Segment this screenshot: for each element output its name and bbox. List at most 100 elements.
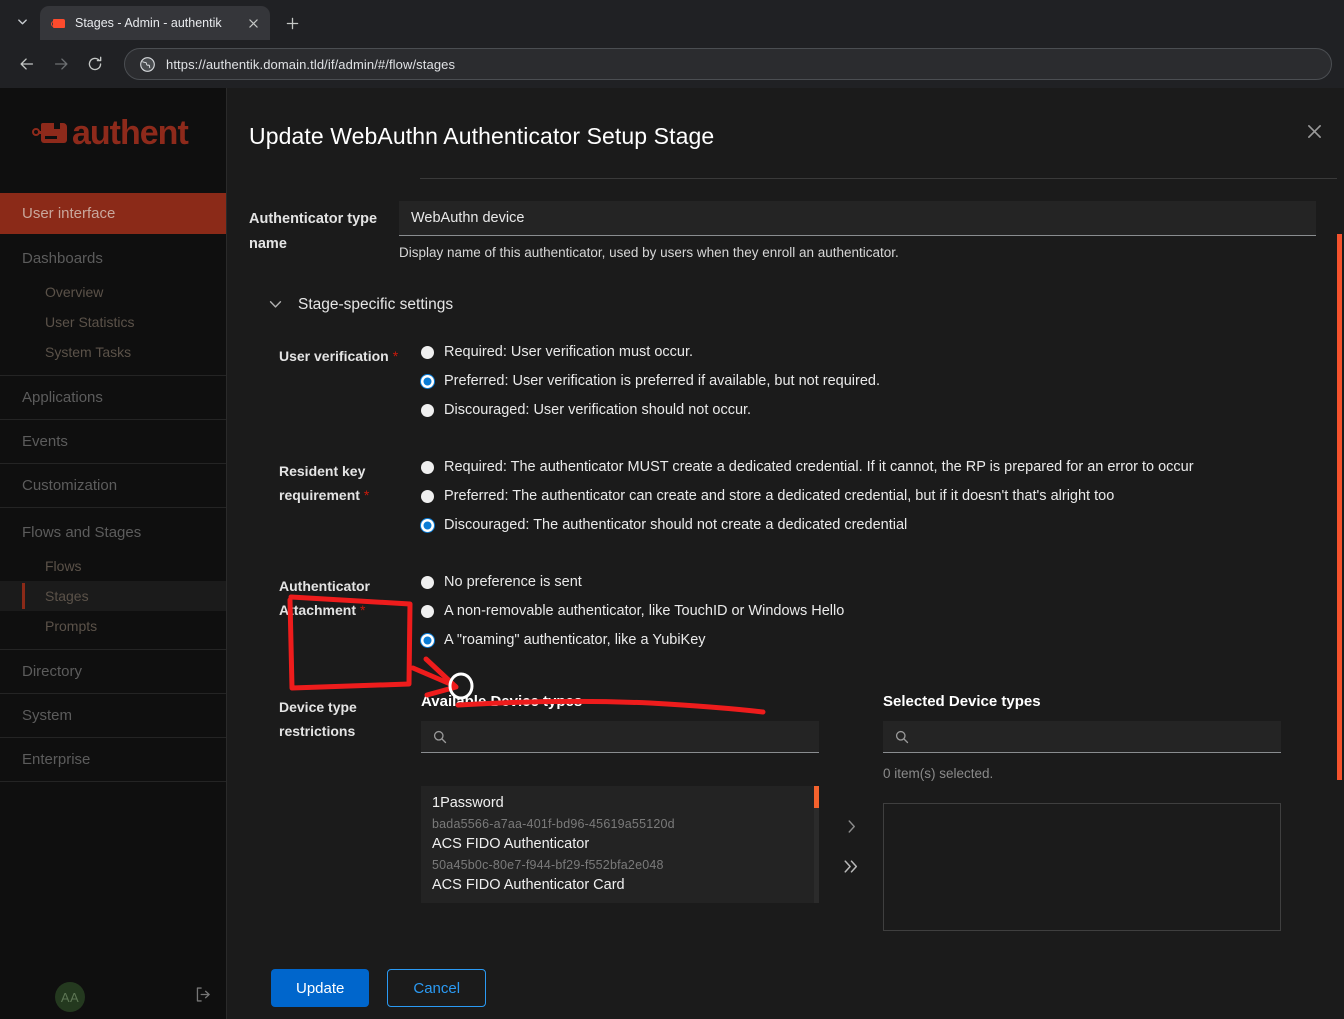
chevron-right-icon[interactable]	[846, 819, 857, 838]
sidebar-item-directory[interactable]: Directory	[0, 650, 226, 694]
label-text: Resident key requirement	[279, 463, 366, 504]
radio-label: Discouraged: The authenticator should no…	[444, 517, 908, 533]
list-item[interactable]: ACS FIDO Authenticator Card	[432, 875, 819, 896]
reload-icon[interactable]	[80, 49, 110, 79]
radio-resident-key-required[interactable]: Required: The authenticator MUST create …	[421, 457, 1344, 486]
sidebar-item-enterprise[interactable]: Enterprise	[0, 738, 226, 782]
available-search-box[interactable]	[421, 721, 819, 753]
page-scrollbar-thumb[interactable]	[1337, 234, 1342, 780]
authenticator-type-name-row: Authenticator type name Display name of …	[249, 201, 1344, 260]
accordion-label: Stage-specific settings	[298, 296, 454, 313]
avatar[interactable]: AA	[55, 982, 85, 1012]
list-item-uid: bada5566-a7aa-401f-bd96-45619a55120d	[432, 817, 675, 831]
sidebar-item-overview[interactable]: Overview	[0, 277, 226, 307]
arrow-left-icon[interactable]	[12, 49, 42, 79]
update-stage-modal: Update WebAuthn Authenticator Setup Stag…	[227, 88, 1344, 1019]
search-icon	[895, 730, 909, 743]
close-icon[interactable]	[1307, 124, 1322, 143]
radio-indicator	[421, 634, 434, 647]
list-item[interactable]: 1Password	[432, 793, 819, 814]
arrow-right-icon[interactable]	[46, 49, 76, 79]
radio-indicator	[421, 461, 434, 474]
resident-key-requirement-group: Resident key requirement * Required: The …	[249, 457, 1344, 544]
available-device-types-title: Available Device types	[421, 693, 583, 710]
required-star: *	[360, 602, 366, 619]
authenticator-type-name-input[interactable]	[399, 201, 1316, 236]
sidebar-group-dashboards[interactable]: Dashboards	[0, 234, 226, 277]
radio-attachment-no-preference[interactable]: No preference is sent	[421, 572, 1344, 601]
radio-resident-key-preferred[interactable]: Preferred: The authenticator can create …	[421, 486, 1344, 515]
search-icon	[433, 730, 447, 743]
sidebar-item-user-statistics[interactable]: User Statistics	[0, 307, 226, 337]
authenticator-type-name-label: Authenticator type name	[249, 211, 378, 252]
tab-list-chevron-down-icon[interactable]	[8, 6, 36, 36]
radio-label: Preferred: The authenticator can create …	[444, 488, 1115, 504]
radio-user-verification-required[interactable]: Required: User verification must occur.	[421, 342, 1344, 371]
radio-indicator	[421, 605, 434, 618]
tab-title: Stages - Admin - authentik	[75, 16, 222, 30]
radio-label: A "roaming" authenticator, like a YubiKe…	[444, 632, 706, 648]
radio-attachment-cross-platform[interactable]: A "roaming" authenticator, like a YubiKe…	[421, 630, 1344, 659]
browser-tab[interactable]: Stages - Admin - authentik	[40, 6, 270, 40]
radio-user-verification-discouraged[interactable]: Discouraged: User verification should no…	[421, 400, 1344, 429]
user-verification-group: User verification * Required: User verifi…	[249, 342, 1344, 429]
sidebar-item-system[interactable]: System	[0, 694, 226, 738]
selected-search-box[interactable]	[883, 721, 1281, 753]
radio-indicator	[421, 519, 434, 532]
browser-chrome: Stages - Admin - authentik https://authe…	[0, 0, 1344, 88]
available-search-input[interactable]	[457, 728, 807, 745]
modal-header: Update WebAuthn Authenticator Setup Stag…	[227, 88, 1344, 179]
required-star: *	[363, 487, 370, 504]
radio-indicator	[421, 576, 434, 589]
chevron-down-icon	[269, 299, 282, 311]
sidebar-item-user-interface[interactable]: User interface	[0, 193, 226, 234]
chevron-double-right-icon[interactable]	[843, 859, 859, 877]
selected-device-types-pane: Selected Device types 0 item(s) selected…	[883, 693, 1281, 931]
sidebar-item-customization[interactable]: Customization	[0, 464, 226, 508]
brand-logo[interactable]: authent	[0, 88, 226, 178]
sidebar-item-prompts[interactable]: Prompts	[0, 611, 226, 641]
selected-device-types-title: Selected Device types	[883, 693, 1041, 710]
sidebar-group-flows-and-stages[interactable]: Flows and Stages	[0, 508, 226, 551]
close-icon[interactable]	[244, 14, 262, 32]
radio-resident-key-discouraged[interactable]: Discouraged: The authenticator should no…	[421, 515, 1344, 544]
list-scrollbar-thumb[interactable]	[814, 786, 819, 808]
stage-form: Authenticator type name Display name of …	[227, 179, 1344, 1007]
authentik-logo-icon	[30, 118, 70, 148]
required-star: *	[392, 348, 399, 364]
user-verification-label: User verification *	[249, 342, 421, 429]
authenticator-attachment-group: Authenticator Attachment * No preference …	[249, 572, 1344, 659]
sidebar-item-system-tasks[interactable]: System Tasks	[0, 337, 226, 367]
selected-search-input[interactable]	[919, 728, 1269, 745]
radio-user-verification-preferred[interactable]: Preferred: User verification is preferre…	[421, 371, 1344, 400]
logout-icon[interactable]	[195, 986, 212, 1008]
radio-attachment-platform[interactable]: A non-removable authenticator, like Touc…	[421, 601, 1344, 630]
list-scrollbar[interactable]	[814, 786, 819, 903]
resident-key-requirement-label: Resident key requirement *	[249, 457, 421, 544]
radio-label: Preferred: User verification is preferre…	[444, 373, 881, 389]
sidebar-item-events[interactable]: Events	[0, 420, 226, 464]
radio-indicator	[421, 375, 434, 388]
sidebar-item-stages[interactable]: Stages	[0, 581, 226, 611]
radio-label: A non-removable authenticator, like Touc…	[444, 603, 845, 619]
address-bar[interactable]: https://authentik.domain.tld/if/admin/#/…	[124, 48, 1332, 80]
radio-indicator	[421, 346, 434, 359]
authentik-favicon	[51, 15, 67, 31]
sidebar-item-applications[interactable]: Applications	[0, 376, 226, 420]
globe-icon	[139, 56, 156, 73]
stage-specific-settings-accordion[interactable]: Stage-specific settings	[269, 296, 1344, 314]
update-button[interactable]: Update	[271, 969, 370, 1007]
sidebar-item-flows[interactable]: Flows	[0, 551, 226, 581]
radio-indicator	[421, 490, 434, 503]
cancel-button[interactable]: Cancel	[387, 969, 487, 1007]
list-item[interactable]: ACS FIDO Authenticator	[432, 834, 819, 855]
selected-count-text: 0 item(s) selected.	[883, 766, 994, 781]
dual-list-controls	[819, 693, 883, 931]
radio-label: No preference is sent	[444, 574, 582, 590]
available-device-types-list[interactable]: 1Password bada5566-a7aa-401f-bd96-45619a…	[421, 786, 819, 903]
sidebar-item-label: User interface	[22, 205, 116, 222]
selected-device-types-list[interactable]	[883, 803, 1281, 931]
plus-icon[interactable]	[278, 9, 306, 37]
browser-toolbar: https://authentik.domain.tld/if/admin/#/…	[0, 40, 1344, 88]
header-divider	[420, 178, 1337, 179]
